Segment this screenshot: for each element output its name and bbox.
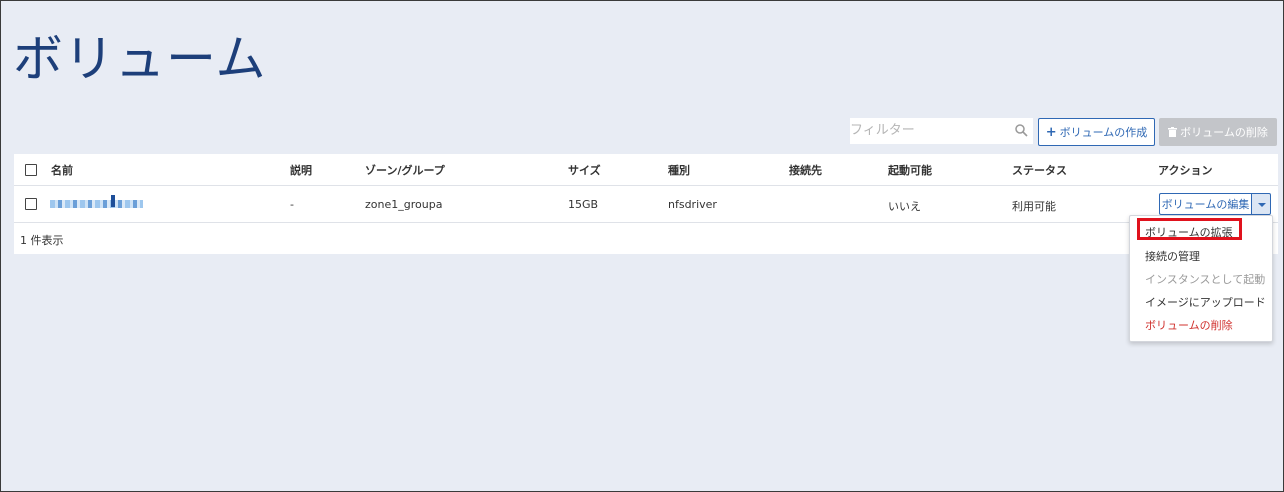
filter-field[interactable]: [850, 118, 1033, 144]
edit-volume-button[interactable]: ボリュームの編集: [1159, 193, 1251, 215]
menu-item-manage-attachments[interactable]: 接続の管理: [1145, 248, 1200, 264]
header-zone[interactable]: ゾーン/グループ: [365, 162, 445, 178]
header-actions: アクション: [1158, 164, 1213, 177]
delete-volume-button[interactable]: ボリュームの削除: [1159, 118, 1277, 146]
cell-type: nfsdriver: [668, 198, 717, 211]
volume-name-link[interactable]: [50, 195, 143, 208]
table-header: 名前 説明 ゾーン/グループ サイズ 種別 接続先 起動可能 ステータス アクシ…: [14, 154, 1278, 186]
cell-bootable: いいえ: [888, 200, 921, 213]
cell-description: -: [290, 198, 294, 211]
filter-input[interactable]: [850, 118, 1000, 142]
item-count: 1 件表示: [20, 234, 64, 247]
cell-size: 15GB: [568, 198, 599, 211]
cell-status: 利用可能: [1012, 200, 1056, 213]
header-size[interactable]: サイズ: [568, 162, 601, 178]
trash-icon: [1168, 127, 1178, 137]
header-bootable[interactable]: 起動可能: [888, 162, 932, 178]
search-icon[interactable]: [1014, 123, 1028, 137]
caret-down-icon: [1258, 203, 1266, 207]
actions-dropdown-toggle[interactable]: [1251, 193, 1271, 215]
table-row: - zone1_groupa 15GB nfsdriver いいえ 利用可能: [14, 186, 1278, 223]
page-title: ボリューム: [13, 30, 267, 88]
highlight-annotation: [1137, 218, 1242, 240]
select-all-checkbox[interactable]: [25, 164, 37, 176]
menu-item-upload-to-image[interactable]: イメージにアップロード: [1145, 294, 1266, 310]
create-volume-button[interactable]: + ボリュームの作成: [1038, 118, 1155, 146]
menu-item-delete-volume[interactable]: ボリュームの削除: [1145, 317, 1233, 333]
cell-zone: zone1_groupa: [365, 198, 443, 211]
plus-icon: +: [1045, 124, 1057, 140]
header-status[interactable]: ステータス: [1012, 162, 1067, 178]
menu-item-launch-as-instance: インスタンスとして起動: [1145, 273, 1266, 286]
header-type[interactable]: 種別: [668, 162, 690, 178]
row-checkbox[interactable]: [25, 198, 37, 210]
delete-volume-label: ボリュームの削除: [1180, 126, 1268, 139]
volumes-table: 名前 説明 ゾーン/グループ サイズ 種別 接続先 起動可能 ステータス アクシ…: [14, 154, 1278, 254]
page-frame: ボリューム + ボリュームの作成 ボリュームの削除 名前 説明 ゾーン/グループ…: [0, 0, 1284, 492]
header-attached-to[interactable]: 接続先: [789, 162, 822, 178]
create-volume-label: ボリュームの作成: [1059, 126, 1148, 139]
header-description[interactable]: 説明: [290, 162, 312, 178]
header-name[interactable]: 名前: [51, 162, 73, 178]
